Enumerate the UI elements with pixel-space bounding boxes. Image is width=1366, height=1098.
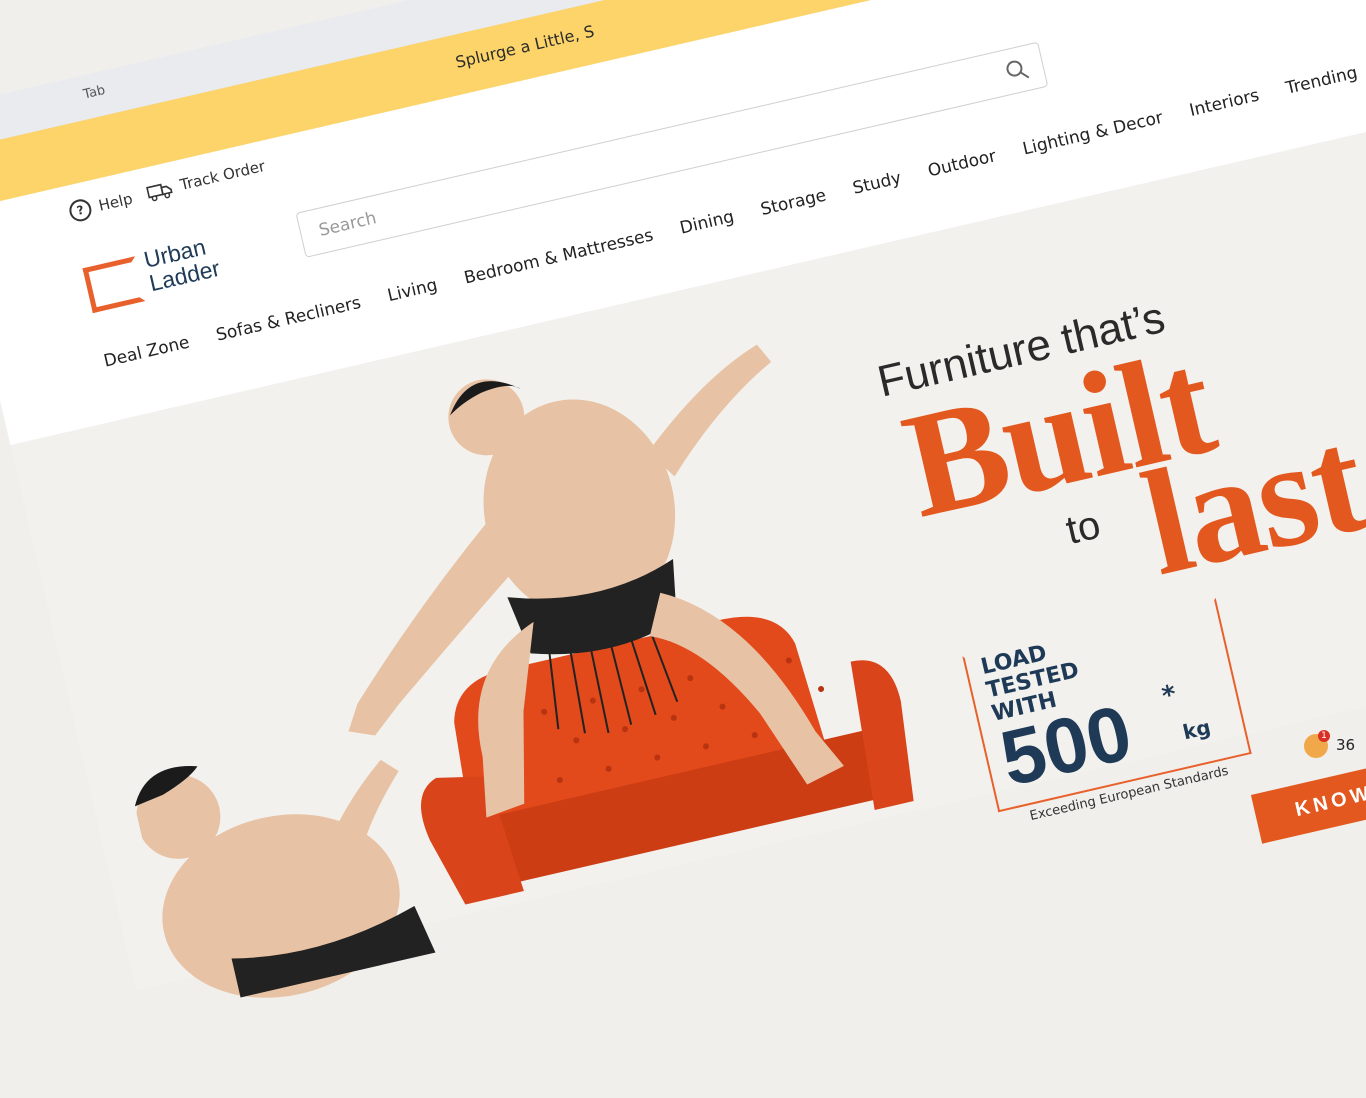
load-tested-badge: LOAD TESTED WITH 500 * kg Exceeding Euro… — [962, 597, 1254, 824]
help-icon: ? — [67, 197, 94, 224]
truck-icon — [145, 178, 174, 202]
logo-mark — [82, 256, 146, 314]
nav-trending[interactable]: Trending — [1284, 63, 1359, 99]
nav-study[interactable]: Study — [851, 168, 903, 199]
help-link[interactable]: ? Help — [67, 188, 135, 224]
search-icon[interactable] — [1002, 56, 1032, 89]
nav-bedroom-mattresses[interactable]: Bedroom & Mattresses — [462, 225, 655, 288]
nav-living[interactable]: Living — [386, 275, 440, 306]
help-label: Help — [96, 189, 135, 215]
nav-outdoor[interactable]: Outdoor — [926, 146, 998, 181]
nav-dining[interactable]: Dining — [678, 207, 736, 239]
headline-to: to — [1062, 502, 1105, 554]
nav-storage[interactable]: Storage — [759, 186, 828, 220]
notification-badge: 1 — [1318, 730, 1330, 742]
urban-ladder-logo[interactable]: Urban Ladder — [81, 220, 280, 321]
track-order-label: Track Order — [178, 156, 267, 194]
browser-tab[interactable]: Tab — [82, 83, 107, 103]
system-tray: 1 36 — [1296, 728, 1366, 768]
tray-text: 36 — [1336, 736, 1356, 754]
track-order-link[interactable]: Track Order — [145, 157, 267, 202]
logo-wordmark: Urban Ladder — [141, 232, 222, 296]
browser-page: Tab Splurge a Little, S ? Help Track Ord… — [0, 0, 1366, 998]
promo-text[interactable]: Splurge a Little, S — [454, 21, 596, 71]
nav-interiors[interactable]: Interiors — [1188, 86, 1262, 121]
nav-deal-zone[interactable]: Deal Zone — [102, 332, 192, 371]
nav-sofas-recliners[interactable]: Sofas & Recliners — [214, 293, 363, 346]
nav-lighting-decor[interactable]: Lighting & Decor — [1021, 108, 1165, 160]
